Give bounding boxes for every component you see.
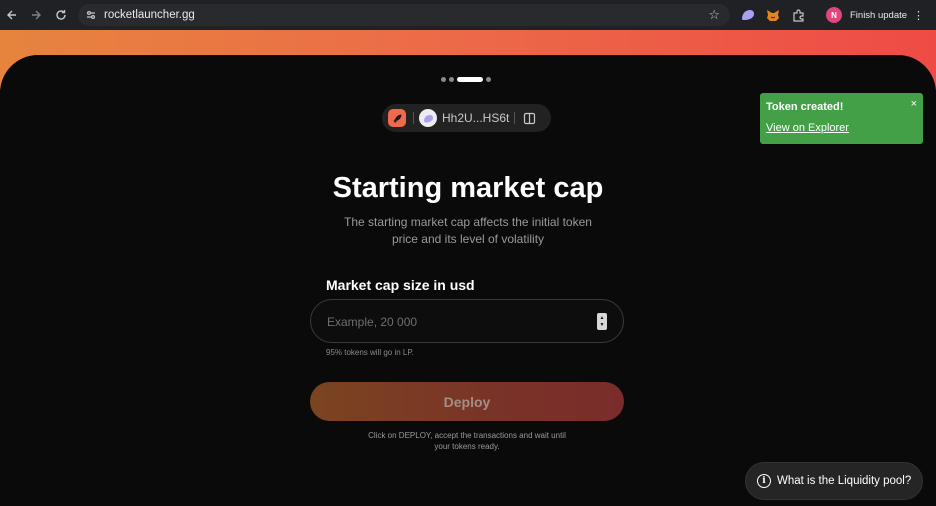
phantom-wallet-icon: [419, 109, 437, 127]
disconnect-icon[interactable]: [521, 110, 537, 126]
finish-update-button[interactable]: Finish update ⋮: [850, 7, 924, 23]
phantom-extension-icon[interactable]: [739, 6, 757, 24]
step-dot: [449, 77, 454, 82]
finish-update-label: Finish update: [850, 9, 908, 21]
rocket-icon: [388, 109, 406, 127]
bookmark-star-icon[interactable]: ☆: [708, 7, 720, 23]
url-text: rocketlauncher.gg: [104, 9, 195, 21]
page-subtitle: The starting market cap affects the init…: [344, 215, 592, 246]
market-cap-field[interactable]: ▲ ▼: [310, 299, 624, 343]
info-icon: i: [757, 474, 771, 488]
wallet-pill[interactable]: Hh2U...HS6t: [382, 104, 551, 132]
success-toast: Token created! View on Explorer ×: [760, 93, 923, 144]
step-indicator: [441, 77, 491, 82]
pill-divider: [514, 112, 515, 124]
view-on-explorer-link[interactable]: View on Explorer: [766, 122, 849, 134]
wallet-address: Hh2U...HS6t: [442, 111, 510, 125]
lp-hint: 95% tokens will go in LP.: [326, 348, 414, 357]
step-dot: [486, 77, 491, 82]
toast-title: Token created!: [766, 101, 844, 113]
liquidity-pool-help-button[interactable]: i What is the Liquidity pool?: [745, 462, 923, 500]
more-vert-icon[interactable]: ⋮: [913, 9, 924, 22]
browser-toolbar: rocketlauncher.gg ☆ N Finish update ⋮: [0, 0, 936, 30]
stepper-down-icon[interactable]: ▼: [600, 322, 605, 328]
close-icon[interactable]: ×: [911, 98, 917, 110]
step-dot: [441, 77, 446, 82]
address-bar[interactable]: rocketlauncher.gg ☆: [78, 4, 730, 26]
back-icon[interactable]: [0, 3, 24, 27]
page-title: Starting market cap: [332, 172, 604, 204]
forward-icon[interactable]: [24, 3, 48, 27]
stepper-up-icon[interactable]: ▲: [600, 315, 605, 321]
market-cap-input[interactable]: [327, 312, 587, 332]
number-stepper[interactable]: ▲ ▼: [597, 313, 607, 330]
market-cap-label: Market cap size in usd: [326, 277, 475, 293]
pill-divider: [413, 112, 414, 124]
metamask-extension-icon[interactable]: [764, 6, 782, 24]
site-settings-icon[interactable]: [80, 4, 102, 26]
step-dot-active: [457, 77, 483, 82]
extensions-puzzle-icon[interactable]: [789, 6, 807, 24]
liquidity-pool-help-label: What is the Liquidity pool?: [777, 475, 912, 487]
profile-avatar[interactable]: N: [826, 7, 842, 23]
reload-icon[interactable]: [49, 3, 73, 27]
deploy-button[interactable]: Deploy: [310, 382, 624, 421]
deploy-note: Click on DEPLOY, accept the transactions…: [368, 431, 566, 451]
